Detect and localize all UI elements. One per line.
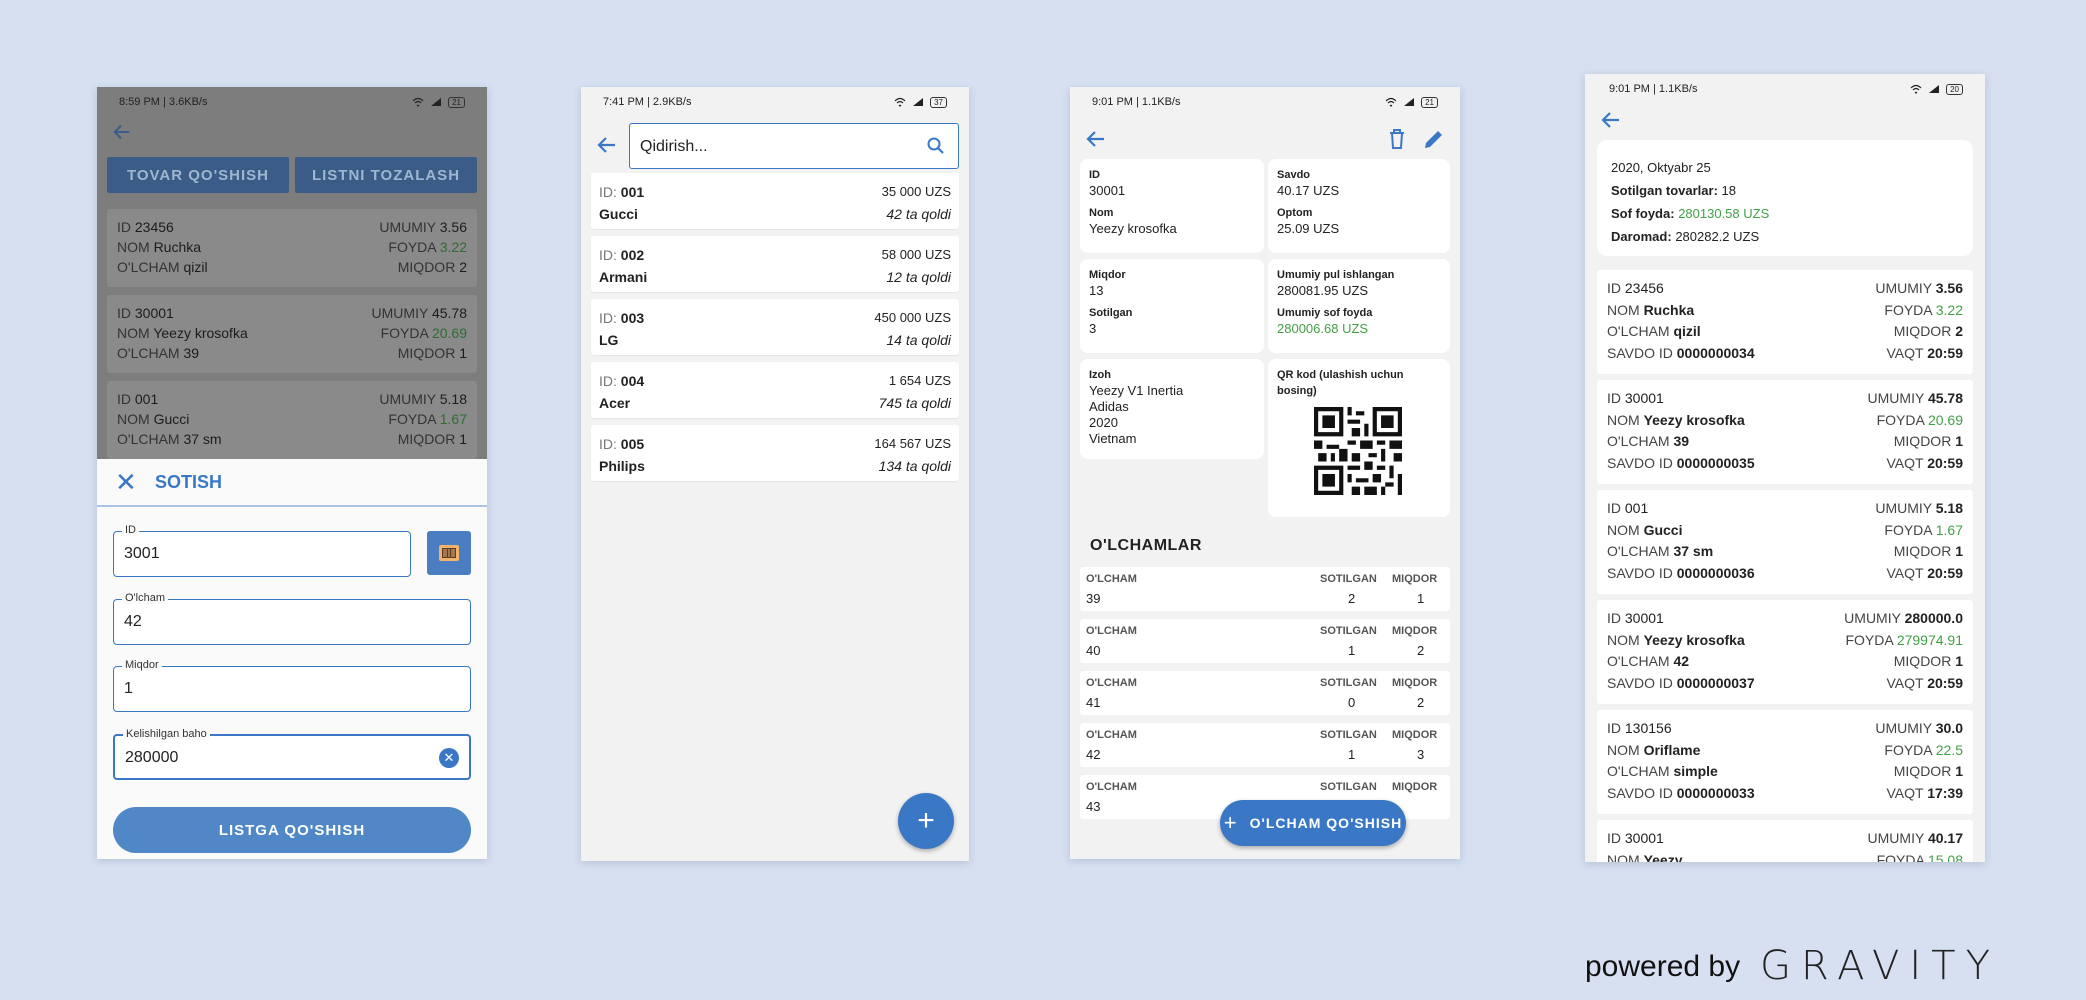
search-input[interactable]: Qidirish...	[629, 123, 959, 169]
search-icon[interactable]	[926, 136, 946, 156]
back-arrow-icon[interactable]	[111, 121, 133, 143]
qr-code-icon[interactable]	[1314, 407, 1402, 495]
add-product-button[interactable]: TOVAR QO'SHISH	[107, 157, 289, 193]
stock-tile: Miqdor 13 Sotilgan 3	[1080, 259, 1264, 353]
dimmed-background: 8:59 PM | 3.6KB/s 21 TOVAR QO'SHISH LIST…	[97, 87, 487, 459]
scanner-icon	[439, 545, 459, 561]
product-item[interactable]: ID: 002 58 000 UZS Armani 12 ta qoldi	[591, 236, 959, 292]
clear-input-icon[interactable]: ✕	[439, 748, 459, 768]
status-time: 9:01 PM | 1.1KB/s	[1609, 83, 1698, 95]
qr-tile[interactable]: QR kod (ulashish uchun bosing)	[1268, 359, 1450, 517]
wifi-icon	[412, 97, 424, 107]
product-item[interactable]: ID: 005 164 567 UZS Philips 134 ta qoldi	[591, 425, 959, 481]
info-tile: ID 30001 Nom Yeezy krosofka	[1080, 159, 1264, 253]
delete-icon[interactable]	[1386, 127, 1408, 151]
size-row[interactable]: O'LCHAM SOTILGAN MIQDOR 40 1 2	[1080, 619, 1450, 663]
size-field[interactable]: O'lcham 42	[113, 592, 471, 645]
close-icon[interactable]: ✕	[115, 467, 145, 498]
agreed-price-field[interactable]: Kelishilgan baho 280000 ✕	[113, 728, 471, 780]
sizes-section-title: O'LCHAMLAR	[1090, 537, 1202, 554]
phone-sales-report: 9:01 PM | 1.1KB/s 20 2020, Oktyabr 25 So…	[1585, 74, 1985, 862]
sale-item[interactable]: ID 001 UMUMIY 5.18 NOM Gucci FOYDA 1.67 O'…	[1597, 490, 1973, 594]
sale-item[interactable]: ID 30001 UMUMIY 45.78 NOM Yeezy krosofka F…	[1597, 380, 1973, 484]
summary-date: 2020, Oktyabr 25	[1611, 160, 1711, 175]
sale-item[interactable]: ID 30001 UMUMIY 280000.0 NOM Yeezy krosof…	[1597, 600, 1973, 704]
wifi-icon	[894, 97, 906, 107]
description-tile: Izoh Yeezy V1 Inertia Adidas 2020 Vietna…	[1080, 359, 1264, 459]
plus-icon: +	[1223, 810, 1238, 835]
status-time: 7:41 PM | 2.9KB/s	[603, 96, 692, 108]
add-product-fab[interactable]: +	[898, 793, 954, 849]
wifi-icon	[1385, 97, 1397, 107]
back-arrow-icon[interactable]	[1084, 127, 1108, 151]
battery-icon: 21	[1421, 96, 1438, 108]
daily-summary-card: 2020, Oktyabr 25 Sotilgan tovarlar: 18 S…	[1597, 140, 1973, 256]
list-item[interactable]: ID 30001 UMUMIY 45.78 NOM Yeezy krosofka F…	[107, 295, 477, 373]
brand-logo: GRAVITY	[1760, 943, 2000, 989]
signal-icon	[431, 98, 442, 106]
product-item[interactable]: ID: 003 450 000 UZS LG 14 ta qoldi	[591, 299, 959, 355]
barcode-scan-button[interactable]	[427, 531, 471, 575]
phone-sales-form: 8:59 PM | 3.6KB/s 21 TOVAR QO'SHISH LIST…	[97, 87, 487, 859]
status-time: 8:59 PM | 3.6KB/s	[119, 96, 208, 108]
phone-product-search: 7:41 PM | 2.9KB/s 37 Qidirish... ID: 001…	[581, 87, 969, 861]
id-field[interactable]: ID 3001	[113, 524, 411, 577]
add-to-list-button[interactable]: LISTGA QO'SHISH	[113, 807, 471, 853]
price-tile: Savdo 40.17 UZS Optom 25.09 UZS	[1268, 159, 1450, 253]
battery-icon: 20	[1946, 83, 1963, 95]
size-row[interactable]: O'LCHAM SOTILGAN MIQDOR 41 0 2	[1080, 671, 1450, 715]
size-row[interactable]: O'LCHAM SOTILGAN MIQDOR 39 2 1	[1080, 567, 1450, 611]
signal-icon	[1929, 85, 1940, 93]
sale-item[interactable]: ID 23456 UMUMIY 3.56 NOM Ruchka FOYDA 3.22…	[1597, 270, 1973, 374]
sale-item[interactable]: ID 130156 UMUMIY 30.0 NOM Oriflame FOYDA 2…	[1597, 710, 1973, 814]
battery-icon: 21	[448, 96, 465, 108]
clear-list-button[interactable]: LISTNI TOZALASH	[295, 157, 477, 193]
sale-item[interactable]: ID 30001 UMUMIY 40.17 NOM Yeezy FOYDA 15.0…	[1597, 820, 1973, 862]
earnings-tile: Umumiy pul ishlangan 280081.95 UZS Umumi…	[1268, 259, 1450, 353]
product-item[interactable]: ID: 004 1 654 UZS Acer 745 ta qoldi	[591, 362, 959, 418]
back-arrow-icon[interactable]	[595, 133, 619, 157]
status-bar: 8:59 PM | 3.6KB/s 21	[97, 87, 487, 117]
sales-bottom-sheet: ✕ SOTISH ID 3001 O'lcham 42 Miqdor 1 Kel…	[97, 459, 487, 859]
back-arrow-icon[interactable]	[1599, 108, 1623, 132]
size-row[interactable]: O'LCHAM SOTILGAN MIQDOR 42 1 3	[1080, 723, 1450, 767]
status-bar: 9:01 PM | 1.1KB/s 21	[1070, 87, 1460, 117]
powered-by-label: powered by	[1585, 950, 1741, 983]
phone-product-detail: 9:01 PM | 1.1KB/s 21 ID 30001 Nom Yeezy …	[1070, 87, 1460, 859]
sheet-title: SOTISH	[155, 471, 223, 492]
add-size-button[interactable]: + O'LCHAM QO'SHISH	[1220, 800, 1406, 846]
list-item[interactable]: ID 23456 UMUMIY 3.56 NOM Ruchka FOYDA 3.22…	[107, 209, 477, 287]
status-bar: 7:41 PM | 2.9KB/s 37	[581, 87, 969, 117]
wifi-icon	[1910, 84, 1922, 94]
list-item[interactable]: ID 001 UMUMIY 5.18 NOM Gucci FOYDA 1.67 O'…	[107, 381, 477, 459]
edit-icon[interactable]	[1422, 127, 1446, 151]
product-item[interactable]: ID: 001 35 000 UZS Gucci 42 ta qoldi	[591, 173, 959, 229]
quantity-field[interactable]: Miqdor 1	[113, 659, 471, 712]
signal-icon	[1404, 98, 1415, 106]
status-time: 9:01 PM | 1.1KB/s	[1092, 96, 1181, 108]
status-bar: 9:01 PM | 1.1KB/s 20	[1585, 74, 1985, 104]
battery-icon: 37	[930, 96, 947, 108]
signal-icon	[913, 98, 924, 106]
